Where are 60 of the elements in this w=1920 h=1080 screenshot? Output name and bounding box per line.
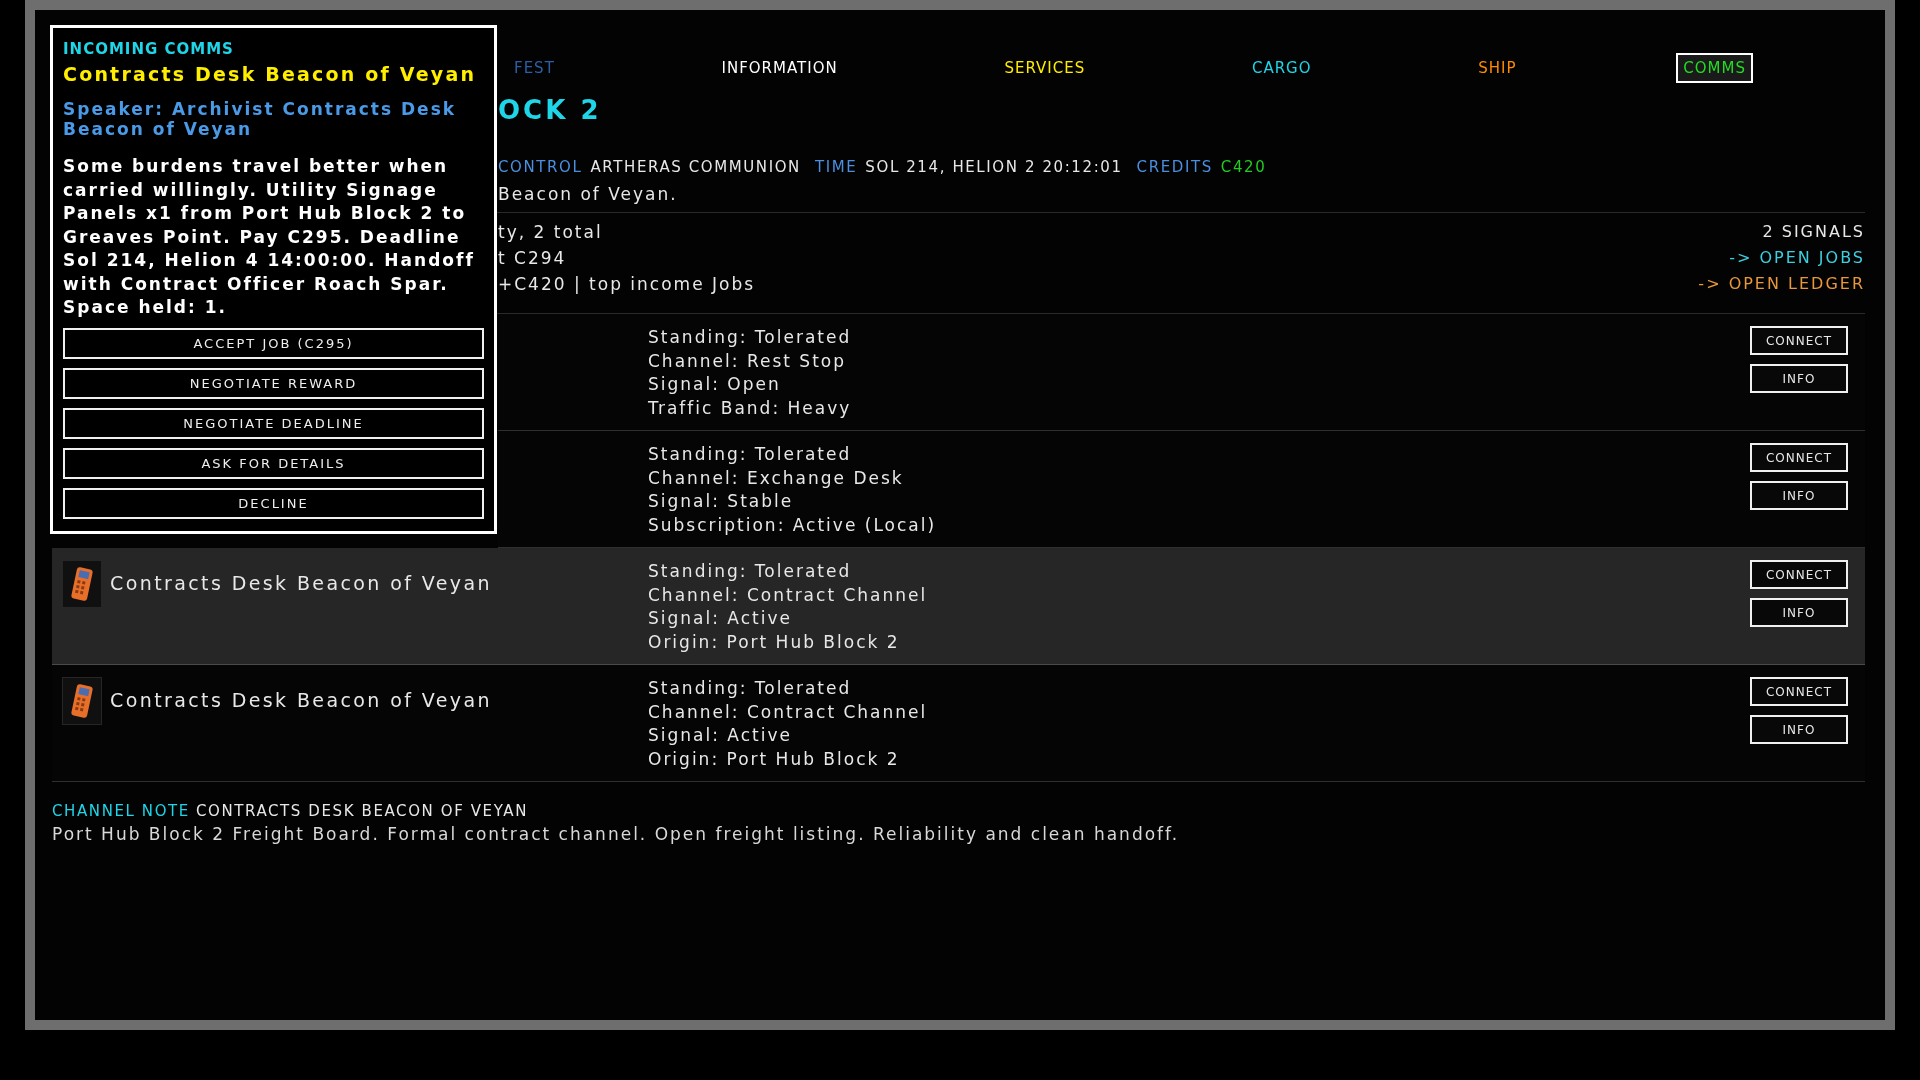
row-button[interactable]: INFO [1750,598,1848,627]
contact-detail: Channel: Contract Channel [648,700,929,724]
status-label: TIME [814,158,858,176]
status-value: C420 [1220,158,1267,176]
contact-row[interactable]: Contracts Desk Beacon of Veyan Standing: Tolerated Channel: Contract Channel Signal: Active Origin: Port Hub Block 2 CONNECT INFO [52,548,1865,665]
contact-name: Contracts Desk Beacon of Veyan [110,689,492,711]
dialog-title: Contracts Desk Beacon of Veyan [63,64,478,85]
contact-detail: Origin: Port Hub Block 2 [648,630,901,654]
contact-detail: Subscription: Active (Local) [648,513,938,537]
summary-line: +C420 | top income Jobs [498,273,756,296]
contact-detail: Signal: Active [648,607,793,630]
summary-line: ty, 2 total [498,221,604,244]
nav-tab[interactable]: INFORMATION [714,53,845,83]
status-label: CONTROL [498,158,583,176]
status-label: CREDITS [1136,158,1213,176]
contact-detail: Signal: Active [648,724,793,747]
contact-detail: Signal: Open [648,373,782,396]
open-link[interactable]: -> OPEN LEDGER [1698,271,1865,297]
note-label: CHANNEL NOTE [52,802,190,820]
signal-count: 2 SIGNALS [1762,221,1865,243]
contact-detail: Origin: Port Hub Block 2 [648,747,901,771]
nav-tab[interactable]: CARGO [1244,53,1319,83]
nav-tab[interactable]: SERVICES [997,53,1093,83]
row-button[interactable]: CONNECT [1750,560,1848,589]
status-value: SOL 214, HELION 2 20:12:01 [865,158,1123,176]
contact-detail: Standing: Tolerated [648,677,853,700]
note-title: CONTRACTS DESK BEACON OF VEYAN [195,802,528,820]
row-button[interactable]: INFO [1750,481,1848,510]
open-link[interactable]: -> OPEN JOBS [1729,245,1865,271]
dialog-button[interactable]: ASK FOR DETAILS [63,447,484,479]
dialog-heading: INCOMING COMMS [63,39,235,60]
contact-detail: Signal: Stable [648,490,795,513]
contact-detail: Channel: Exchange Desk [648,466,905,490]
row-button[interactable]: CONNECT [1750,326,1848,355]
note-text: Port Hub Block 2 Freight Board. Formal contract channel. Open freight listing. Reliability and clean handoff. [52,824,1181,844]
contact-detail: Standing: Tolerated [648,443,853,466]
handheld-device-icon [62,677,102,725]
contact-detail: Traffic Band: Heavy [648,396,853,420]
dialog-button[interactable]: DECLINE [63,487,484,519]
row-button[interactable]: CONNECT [1750,677,1848,706]
dialog-button[interactable]: NEGOTIATE DEADLINE [63,407,484,439]
row-button[interactable]: INFO [1750,715,1848,744]
contact-detail: Channel: Rest Stop [648,349,847,373]
row-button[interactable]: INFO [1750,364,1848,393]
handheld-device-icon [62,560,102,608]
contact-detail: Channel: Contract Channel [648,583,929,607]
contact-name: Contracts Desk Beacon of Veyan [110,572,492,594]
nav-tab[interactable]: SHIP [1471,53,1524,83]
dialog-button[interactable]: ACCEPT JOB (C295) [63,327,484,359]
nav-tab[interactable]: COMMS [1676,53,1753,83]
page-title: OCK 2 [498,94,603,127]
dialog-button[interactable]: NEGOTIATE REWARD [63,367,484,399]
contact-detail: Standing: Tolerated [648,326,853,349]
message-text: Some burdens travel better when carried willingly. Utility Signage Panels x1 from Port Hub Block 2 to Greaves Point. Pay C295. Deadline Sol 214, Helion 4 14:00:00. Handoff with Contract Officer Roach Spar. Space held: 1. [63,155,476,319]
contact-detail: Standing: Tolerated [648,560,853,583]
speaker-text: Speaker: Archivist Contracts Desk Beacon of Veyan [63,99,458,139]
subtitle-text: Beacon of Veyan. [498,183,679,206]
row-button[interactable]: CONNECT [1750,443,1848,472]
status-value: ARTHERAS COMMUNION [590,158,801,176]
summary-line: t C294 [498,247,568,270]
